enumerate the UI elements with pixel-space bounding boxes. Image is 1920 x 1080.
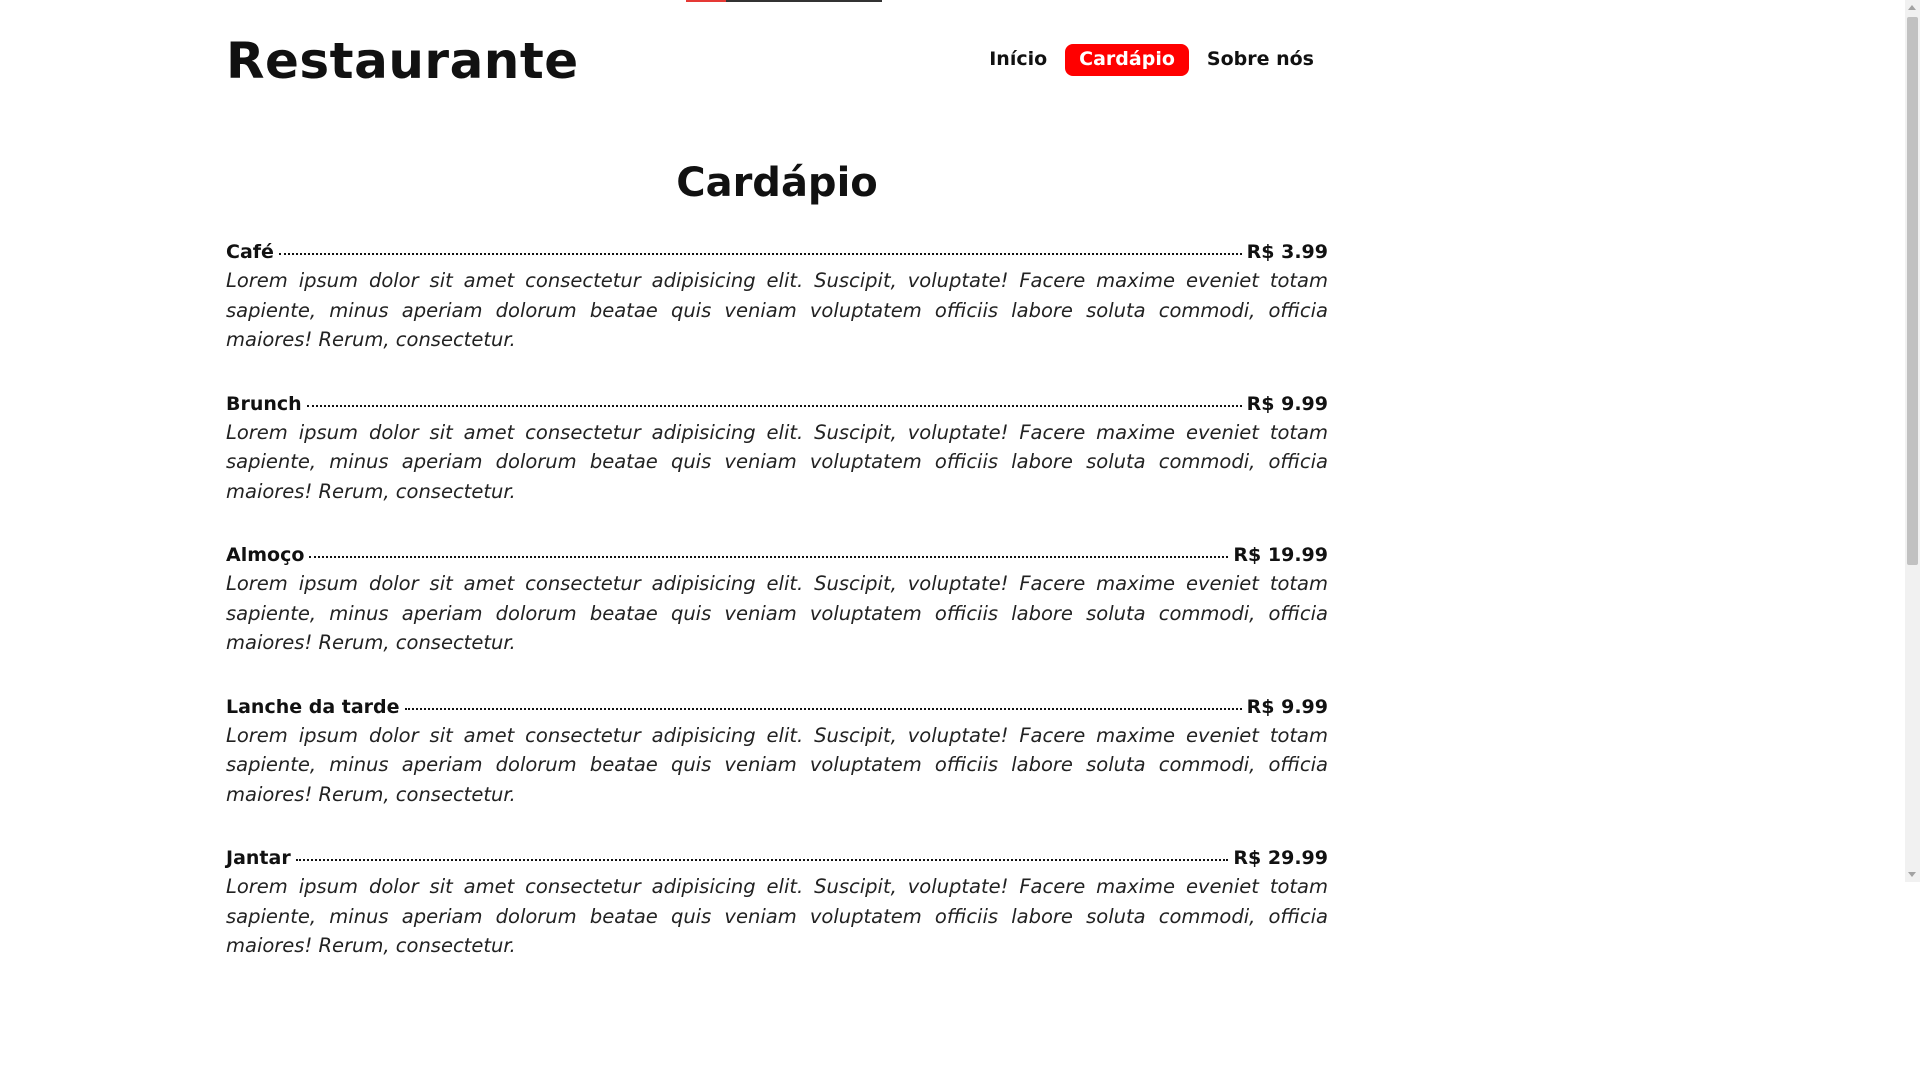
- menu-item-name: Brunch: [226, 392, 302, 415]
- menu-section: Cardápio Café R$ 3.99 Lorem ipsum dolor …: [226, 156, 1328, 961]
- site-header: Restaurante Início Cardápio Sobre nós: [226, 0, 1328, 130]
- menu-item-name: Almoço: [226, 544, 305, 566]
- dotted-leader: [404, 707, 1242, 710]
- menu-item-description: Lorem ipsum dolor sit amet consectetur a…: [226, 572, 1328, 654]
- menu-item-price: R$ 19.99: [1233, 544, 1328, 566]
- menu-item-description: Lorem ipsum dolor sit amet consectetur a…: [226, 875, 1328, 957]
- scrollbar-thumb[interactable]: [1907, 17, 1918, 565]
- main-nav: Início Cardápio Sobre nós: [975, 44, 1328, 76]
- menu-item-header: Lanche da tarde R$ 9.99: [226, 695, 1328, 719]
- scroll-down-arrow-icon[interactable]: [1908, 872, 1916, 877]
- scroll-up-arrow-icon[interactable]: [1908, 5, 1916, 10]
- page-title: Cardápio: [676, 160, 878, 206]
- nav-link-sobre-nos[interactable]: Sobre nós: [1193, 44, 1328, 76]
- page-container: Restaurante Início Cardápio Sobre nós Ca…: [226, 0, 1328, 998]
- brand-logo[interactable]: Restaurante: [226, 30, 579, 92]
- vertical-scrollbar[interactable]: [1905, 0, 1920, 882]
- menu-item-lanche-da-tarde: Lanche da tarde R$ 9.99 Lorem ipsum dolo…: [226, 695, 1328, 810]
- menu-item-price: R$ 9.99: [1246, 695, 1328, 718]
- menu-item-price: R$ 29.99: [1233, 847, 1328, 869]
- menu-item-name: Lanche da tarde: [226, 695, 400, 718]
- menu-item-cafe: Café R$ 3.99 Lorem ipsum dolor sit amet …: [226, 240, 1328, 355]
- dotted-leader: [309, 556, 1229, 558]
- nav-link-inicio[interactable]: Início: [975, 44, 1061, 76]
- nav-link-cardapio[interactable]: Cardápio: [1065, 44, 1189, 76]
- menu-item-description: Lorem ipsum dolor sit amet consectetur a…: [226, 269, 1328, 351]
- menu-item-brunch: Brunch R$ 9.99 Lorem ipsum dolor sit ame…: [226, 392, 1328, 507]
- menu-item-name: Café: [226, 241, 274, 263]
- menu-item-price: R$ 9.99: [1246, 392, 1328, 415]
- menu-item-almoco: Almoço R$ 19.99 Lorem ipsum dolor sit am…: [226, 543, 1328, 658]
- menu-item-header: Café R$ 3.99: [226, 240, 1328, 264]
- menu-item-description: Lorem ipsum dolor sit amet consectetur a…: [226, 723, 1328, 806]
- menu-item-header: Jantar R$ 29.99: [226, 846, 1328, 870]
- dotted-leader: [306, 404, 1242, 407]
- menu-item-price: R$ 3.99: [1246, 241, 1328, 263]
- menu-item-description: Lorem ipsum dolor sit amet consectetur a…: [226, 420, 1328, 503]
- menu-item-jantar: Jantar R$ 29.99 Lorem ipsum dolor sit am…: [226, 846, 1328, 961]
- menu-item-header: Brunch R$ 9.99: [226, 392, 1328, 416]
- menu-item-name: Jantar: [226, 847, 291, 869]
- menu-item-header: Almoço R$ 19.99: [226, 543, 1328, 567]
- dotted-leader: [278, 253, 1242, 255]
- dotted-leader: [295, 859, 1229, 861]
